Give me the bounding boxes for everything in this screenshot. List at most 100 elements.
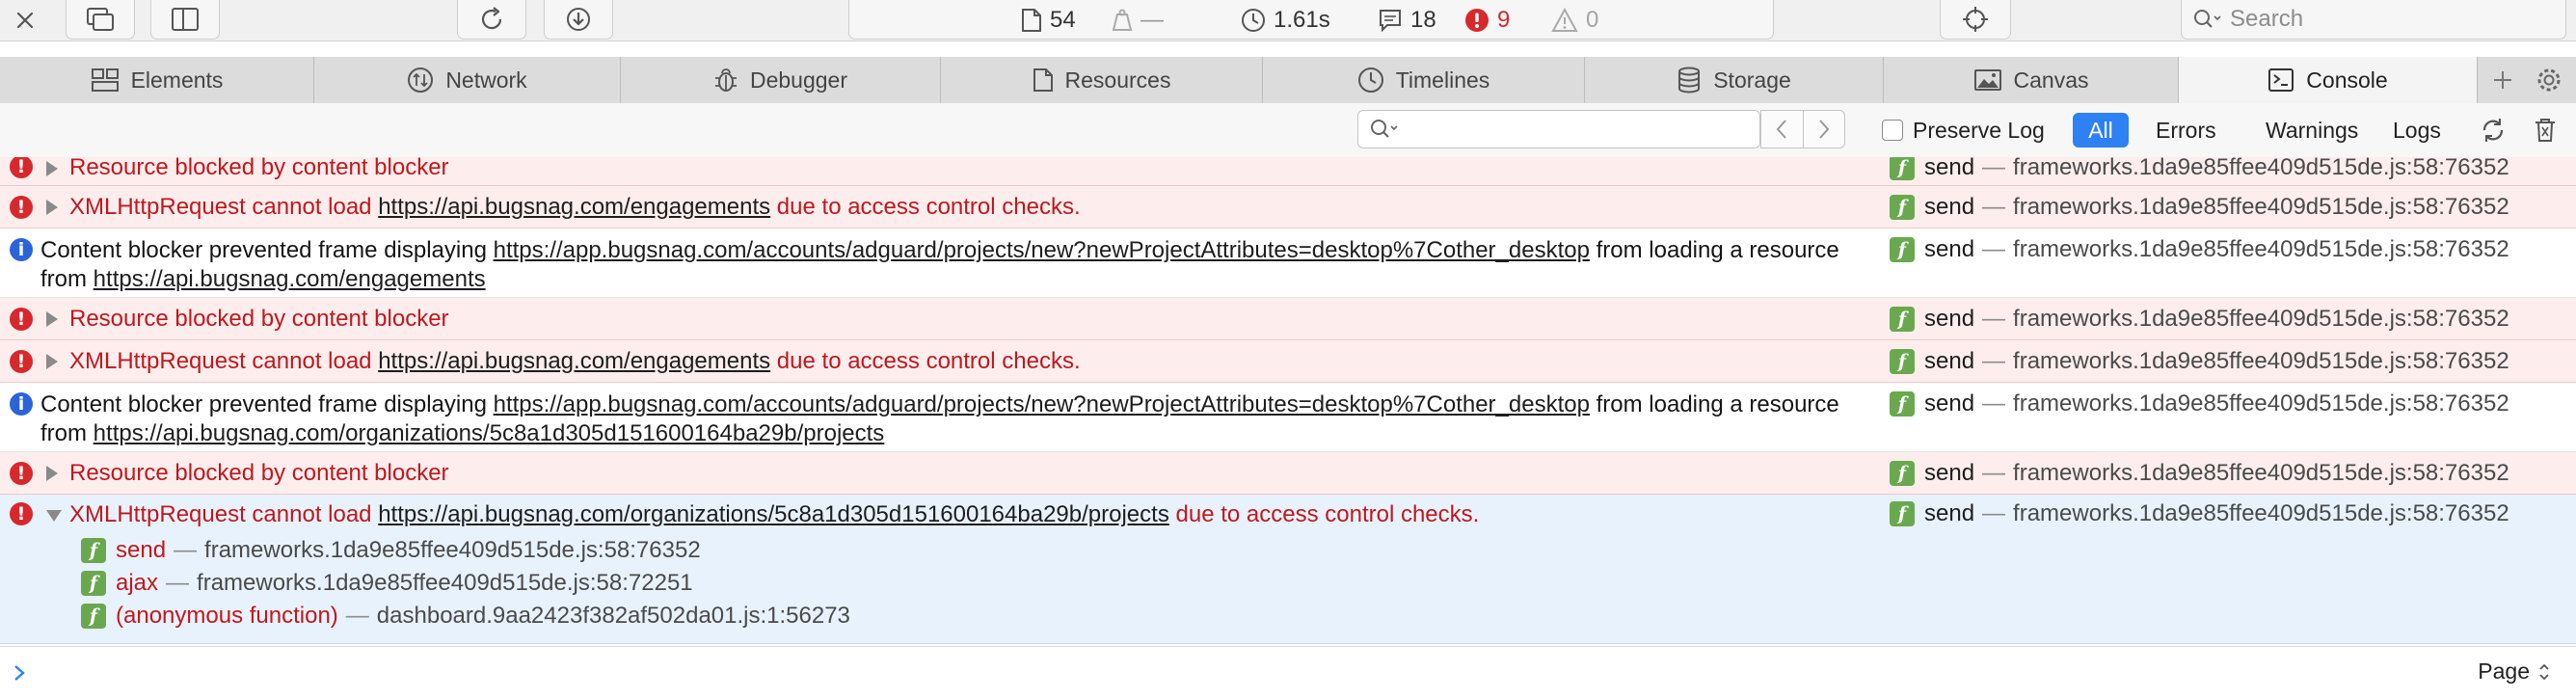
warning-icon xyxy=(1551,7,1578,32)
function-icon: f xyxy=(1890,157,1915,180)
message-location[interactable]: f send — frameworks.1da9e85ffee409d515de.… xyxy=(1890,236,2509,263)
dock-side-button[interactable] xyxy=(150,0,220,40)
error-icon: ! xyxy=(10,196,33,219)
download-icon xyxy=(567,8,590,31)
console-message[interactable]: ! XMLHttpRequest cannot load https://api… xyxy=(0,186,2576,229)
add-tab-button[interactable] xyxy=(2480,57,2526,103)
tab-canvas[interactable]: Canvas xyxy=(1884,57,2179,103)
load-time[interactable]: 1.61s xyxy=(1241,0,1330,40)
prompt-chevron-icon xyxy=(14,665,25,681)
stack-frame[interactable]: f (anonymous function) — dashboard.9aa242… xyxy=(81,603,850,630)
search-icon xyxy=(2194,10,2221,28)
resource-size[interactable]: — xyxy=(1112,0,1164,40)
function-icon: f xyxy=(1890,195,1915,220)
console-message[interactable]: ! Resource blocked by content blocker f … xyxy=(0,452,2576,495)
tab-resources[interactable]: Resources xyxy=(941,57,1263,103)
console-message[interactable]: ! XMLHttpRequest cannot load https://api… xyxy=(0,340,2576,383)
logs-count[interactable]: 18 xyxy=(1378,0,1436,40)
tab-console[interactable]: Console xyxy=(2179,57,2478,103)
elements-icon xyxy=(91,68,119,92)
function-icon: f xyxy=(81,604,106,629)
filter-all-button[interactable]: All xyxy=(2073,113,2129,148)
disclosure-triangle-icon[interactable] xyxy=(46,466,58,481)
message-location[interactable]: f send — frameworks.1da9e85ffee409d515de.… xyxy=(1890,460,2509,487)
plus-icon xyxy=(2494,71,2511,89)
preserve-log-checkbox[interactable] xyxy=(1882,120,1903,141)
tab-elements[interactable]: Elements xyxy=(0,57,314,103)
settings-button[interactable] xyxy=(2526,57,2572,103)
console-message[interactable]: ! Resource blocked by content blocker f … xyxy=(0,298,2576,340)
next-match-button[interactable] xyxy=(1804,111,1845,148)
warnings-count[interactable]: 0 xyxy=(1551,0,1598,40)
tab-debugger[interactable]: Debugger xyxy=(621,57,941,103)
resources-count[interactable]: 54 xyxy=(1021,0,1076,40)
search-input[interactable] xyxy=(2228,5,2550,34)
message-location[interactable]: f send — frameworks.1da9e85ffee409d515de.… xyxy=(1890,306,2509,333)
filter-errors-button[interactable]: Errors xyxy=(2142,113,2230,148)
message-url-link[interactable]: https://app.bugsnag.com/accounts/adguard… xyxy=(494,391,1590,417)
document-icon xyxy=(1022,8,1041,32)
activity-viewer: 54 — 1.61s 18 9 0 xyxy=(848,0,1774,40)
console-message[interactable]: i Content blocker prevented frame displa… xyxy=(0,229,2576,298)
message-url-link[interactable]: https://api.bugsnag.com/engagements xyxy=(378,194,770,220)
tab-storage[interactable]: Storage xyxy=(1585,57,1884,103)
message-url-link[interactable]: https://app.bugsnag.com/accounts/adguard… xyxy=(494,237,1590,263)
console-message[interactable]: i Content blocker prevented frame displa… xyxy=(0,383,2576,452)
weight-icon xyxy=(1112,9,1133,31)
console-message[interactable]: ! Resource blocked by content blocker f … xyxy=(0,157,2576,186)
clear-console-button[interactable] xyxy=(2530,115,2561,146)
reload-icon xyxy=(481,7,502,30)
reload-clear-button[interactable] xyxy=(2478,115,2509,146)
disclosure-triangle-icon[interactable] xyxy=(46,311,58,327)
error-icon: ! xyxy=(10,157,33,178)
reload-button[interactable] xyxy=(457,0,526,40)
message-location[interactable]: f send — frameworks.1da9e85ffee409d515de.… xyxy=(1890,500,2509,527)
download-button[interactable] xyxy=(544,0,613,40)
filter-warnings-button[interactable]: Warnings xyxy=(2252,113,2372,148)
error-icon xyxy=(1465,8,1489,32)
function-icon: f xyxy=(1890,237,1915,262)
disclosure-triangle-icon[interactable] xyxy=(46,161,58,176)
global-search[interactable] xyxy=(2181,0,2566,40)
message-location[interactable]: f send — frameworks.1da9e85ffee409d515de.… xyxy=(1890,390,2509,417)
function-icon: f xyxy=(81,538,106,563)
storage-icon xyxy=(1678,67,1701,94)
filter-search-icon xyxy=(1371,120,1398,138)
clock-icon xyxy=(1242,8,1265,32)
errors-count[interactable]: 9 xyxy=(1464,0,1510,40)
tab-timelines[interactable]: Timelines xyxy=(1263,57,1585,103)
preserve-log-toggle[interactable]: Preserve Log xyxy=(1882,116,2045,145)
console-filter-field[interactable] xyxy=(1357,110,1760,148)
filter-logs-button[interactable]: Logs xyxy=(2379,113,2455,148)
close-icon[interactable] xyxy=(13,9,37,32)
execution-context-select[interactable]: Page xyxy=(2478,659,2551,685)
network-icon xyxy=(408,67,434,93)
message-url-link[interactable]: https://api.bugsnag.com/organizations/5c… xyxy=(94,420,885,446)
element-picker-button[interactable] xyxy=(1940,0,2011,40)
function-icon: f xyxy=(1890,461,1915,486)
tab-network[interactable]: Network xyxy=(314,57,621,103)
chevron-left-icon xyxy=(1776,120,1786,139)
message-url-link[interactable]: https://api.bugsnag.com/engagements xyxy=(378,348,770,374)
previous-match-button[interactable] xyxy=(1761,111,1804,148)
message-location[interactable]: f send — frameworks.1da9e85ffee409d515de.… xyxy=(1890,348,2509,375)
message-location[interactable]: f send — frameworks.1da9e85ffee409d515de.… xyxy=(1890,194,2509,221)
message-location[interactable]: f send — frameworks.1da9e85ffee409d515de.… xyxy=(1890,157,2509,181)
stack-frame[interactable]: f send — frameworks.1da9e85ffee409d515de.… xyxy=(81,537,701,564)
undock-button[interactable] xyxy=(66,0,135,40)
error-icon: ! xyxy=(10,502,33,525)
function-icon: f xyxy=(1890,349,1915,374)
function-icon: f xyxy=(1890,391,1915,417)
stack-frame[interactable]: f ajax — frameworks.1da9e85ffee409d515de.… xyxy=(81,570,693,597)
message-url-link[interactable]: https://api.bugsnag.com/engagements xyxy=(94,266,486,292)
console-message-expanded[interactable]: ! XMLHttpRequest cannot load https://api… xyxy=(0,495,2576,644)
disclosure-triangle-icon[interactable] xyxy=(46,200,58,215)
refresh-icon xyxy=(2482,119,2504,142)
disclosure-triangle-icon[interactable] xyxy=(46,354,58,369)
chevron-right-icon xyxy=(1819,120,1830,139)
error-icon: ! xyxy=(10,350,33,373)
console-prompt-input[interactable] xyxy=(42,657,2408,691)
disclosure-triangle-icon[interactable] xyxy=(46,510,62,522)
message-url-link[interactable]: https://api.bugsnag.com/organizations/5c… xyxy=(378,501,1169,527)
canvas-icon xyxy=(1973,69,2001,91)
